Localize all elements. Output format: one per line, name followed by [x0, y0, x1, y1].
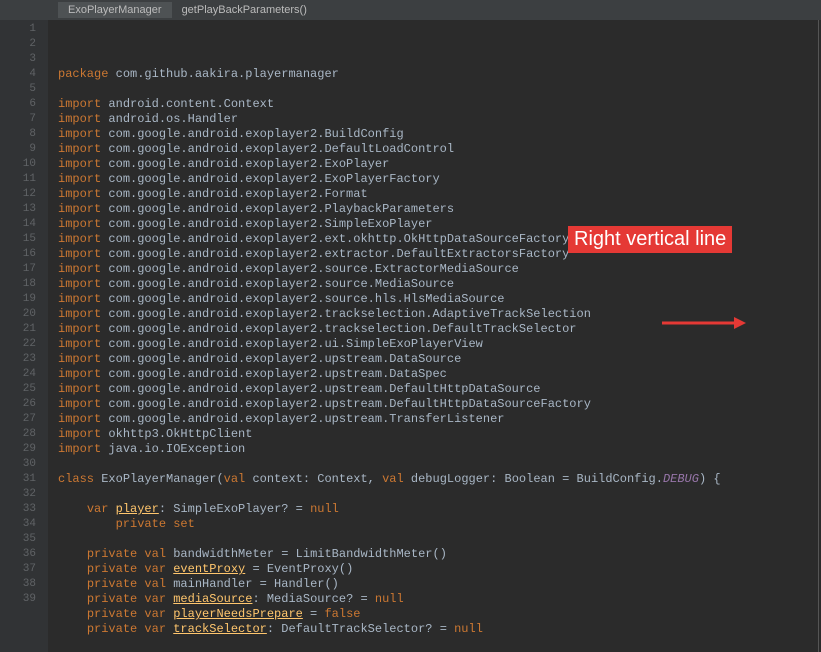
- annotation-arrow-icon: [662, 316, 746, 330]
- line-number: 18: [0, 277, 36, 292]
- line-number: 23: [0, 352, 36, 367]
- code-line[interactable]: [48, 487, 821, 502]
- line-number: 14: [0, 217, 36, 232]
- line-number: 35: [0, 532, 36, 547]
- line-number: 38: [0, 577, 36, 592]
- code-line[interactable]: import com.google.android.exoplayer2.sou…: [48, 292, 821, 307]
- line-number: 37: [0, 562, 36, 577]
- line-number: 7: [0, 112, 36, 127]
- code-line[interactable]: import com.google.android.exoplayer2.ups…: [48, 352, 821, 367]
- code-line[interactable]: import android.os.Handler: [48, 112, 821, 127]
- breadcrumb-method[interactable]: getPlayBackParameters(): [172, 2, 317, 18]
- line-number: 16: [0, 247, 36, 262]
- line-number: 29: [0, 442, 36, 457]
- line-number: 32: [0, 487, 36, 502]
- code-line[interactable]: var player: SimpleExoPlayer? = null: [48, 502, 821, 517]
- code-line[interactable]: import com.google.android.exoplayer2.Bui…: [48, 127, 821, 142]
- code-line[interactable]: private val mainHandler = Handler(): [48, 577, 821, 592]
- right-margin-line: [818, 20, 819, 652]
- code-line[interactable]: import com.google.android.exoplayer2.Def…: [48, 142, 821, 157]
- code-line[interactable]: [48, 82, 821, 97]
- code-line[interactable]: private var trackSelector: DefaultTrackS…: [48, 622, 821, 637]
- code-line[interactable]: import com.google.android.exoplayer2.Pla…: [48, 202, 821, 217]
- code-line[interactable]: private var mediaSource: MediaSource? = …: [48, 592, 821, 607]
- code-line[interactable]: class ExoPlayerManager(val context: Cont…: [48, 472, 821, 487]
- code-line[interactable]: import okhttp3.OkHttpClient: [48, 427, 821, 442]
- line-number: 5: [0, 82, 36, 97]
- line-number: 4: [0, 67, 36, 82]
- line-number: 22: [0, 337, 36, 352]
- breadcrumb-class[interactable]: ExoPlayerManager: [58, 2, 172, 18]
- line-number: 10: [0, 157, 36, 172]
- line-number: 20: [0, 307, 36, 322]
- breadcrumb-bar: ExoPlayerManager getPlayBackParameters(): [0, 0, 821, 20]
- line-number-gutter[interactable]: 1234567891011121314151617181920212223242…: [0, 20, 48, 652]
- line-number: 9: [0, 142, 36, 157]
- code-line[interactable]: import com.google.android.exoplayer2.ups…: [48, 367, 821, 382]
- line-number: 34: [0, 517, 36, 532]
- line-number: 25: [0, 382, 36, 397]
- annotation-label: Right vertical line: [568, 226, 732, 253]
- line-number: 19: [0, 292, 36, 307]
- code-line[interactable]: private var eventProxy = EventProxy(): [48, 562, 821, 577]
- line-number: 21: [0, 322, 36, 337]
- line-number: 39: [0, 592, 36, 607]
- code-line[interactable]: import java.io.IOException: [48, 442, 821, 457]
- line-number: 1: [0, 22, 36, 37]
- code-line[interactable]: private set: [48, 517, 821, 532]
- code-line[interactable]: import com.google.android.exoplayer2.ups…: [48, 382, 821, 397]
- editor-area[interactable]: 1234567891011121314151617181920212223242…: [0, 20, 821, 652]
- line-number: 13: [0, 202, 36, 217]
- code-line[interactable]: import com.google.android.exoplayer2.Exo…: [48, 157, 821, 172]
- line-number: 2: [0, 37, 36, 52]
- line-number: 24: [0, 367, 36, 382]
- code-line[interactable]: import com.google.android.exoplayer2.sou…: [48, 277, 821, 292]
- line-number: 28: [0, 427, 36, 442]
- code-content[interactable]: package com.github.aakira.playermanager i…: [48, 20, 821, 652]
- line-number: 17: [0, 262, 36, 277]
- code-line[interactable]: import android.content.Context: [48, 97, 821, 112]
- code-line[interactable]: package com.github.aakira.playermanager: [48, 67, 821, 82]
- code-line[interactable]: import com.google.android.exoplayer2.ui.…: [48, 337, 821, 352]
- code-line[interactable]: import com.google.android.exoplayer2.ups…: [48, 412, 821, 427]
- code-line[interactable]: [48, 532, 821, 547]
- code-line[interactable]: private var playerNeedsPrepare = false: [48, 607, 821, 622]
- code-line[interactable]: private val bandwidthMeter = LimitBandwi…: [48, 547, 821, 562]
- code-line[interactable]: import com.google.android.exoplayer2.ups…: [48, 397, 821, 412]
- line-number: 27: [0, 412, 36, 427]
- line-number: 12: [0, 187, 36, 202]
- line-number: 11: [0, 172, 36, 187]
- code-line[interactable]: import com.google.android.exoplayer2.sou…: [48, 262, 821, 277]
- line-number: 15: [0, 232, 36, 247]
- line-number: 31: [0, 472, 36, 487]
- line-number: 26: [0, 397, 36, 412]
- code-line[interactable]: import com.google.android.exoplayer2.Exo…: [48, 172, 821, 187]
- code-line[interactable]: [48, 457, 821, 472]
- line-number: 30: [0, 457, 36, 472]
- line-number: 36: [0, 547, 36, 562]
- code-line[interactable]: [48, 637, 821, 652]
- line-number: 3: [0, 52, 36, 67]
- line-number: 33: [0, 502, 36, 517]
- line-number: 8: [0, 127, 36, 142]
- line-number: 6: [0, 97, 36, 112]
- code-line[interactable]: import com.google.android.exoplayer2.For…: [48, 187, 821, 202]
